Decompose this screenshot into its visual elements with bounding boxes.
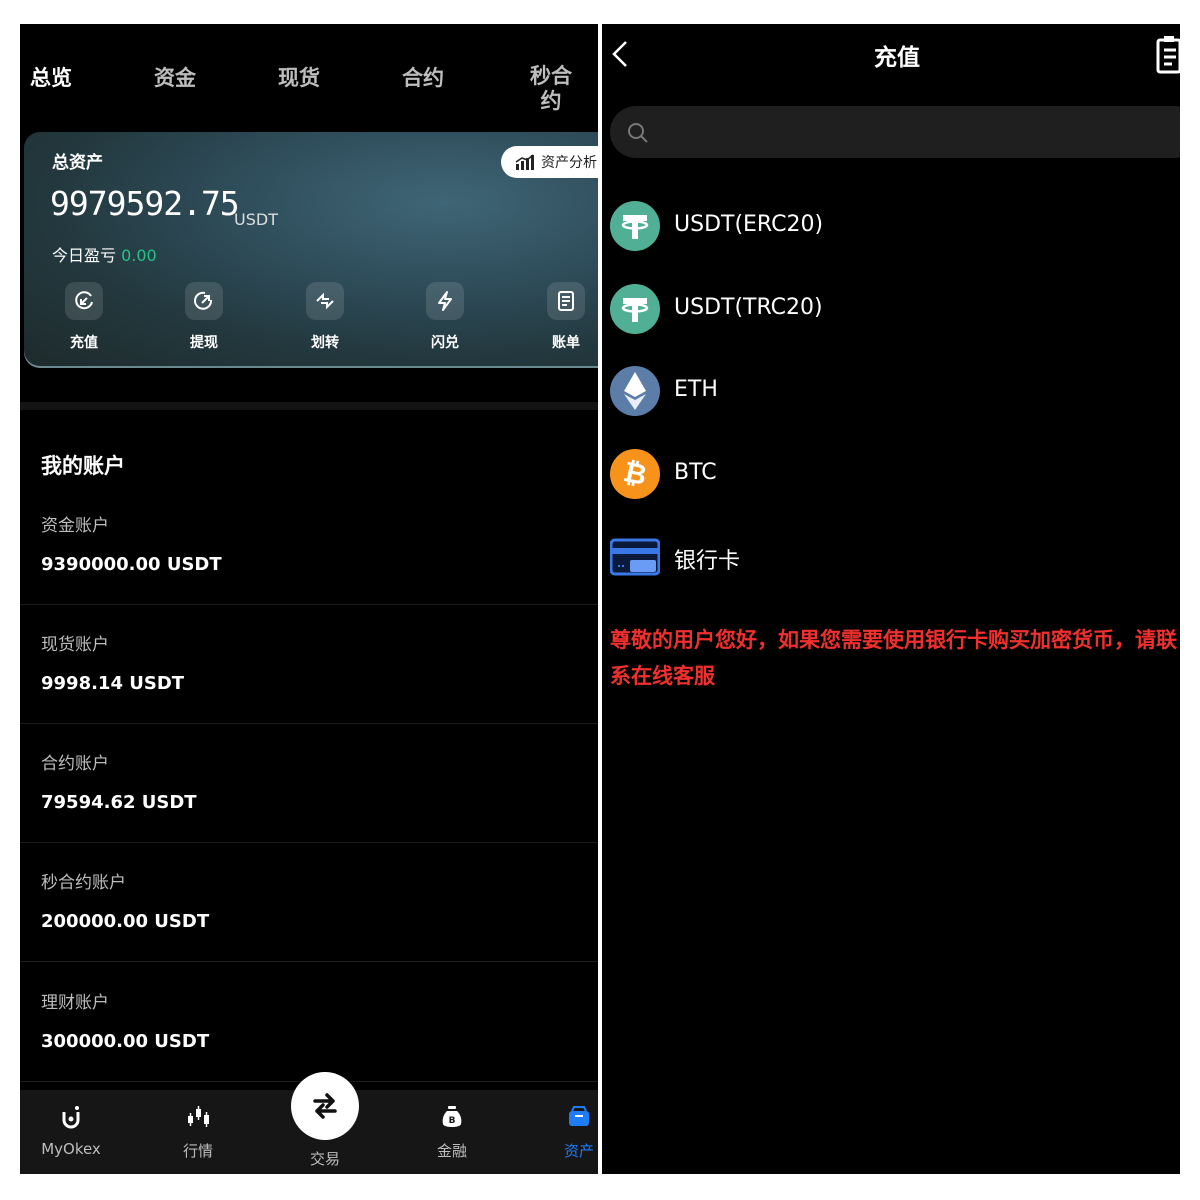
total-assets-title: 总资产 — [52, 153, 103, 173]
coin-name: USDT(TRC20) — [674, 295, 823, 320]
svg-text:B: B — [449, 1116, 456, 1126]
nav-finance[interactable]: B 金融 — [407, 1104, 497, 1161]
assets-screen: 总览 资金 现货 合约 秒合约 总资产 资产分析 9979592.75 USDT… — [20, 24, 598, 1174]
withdraw-icon — [185, 282, 223, 320]
asset-analysis-label: 资产分析 — [541, 155, 597, 171]
flash-swap-label: 闪兑 — [431, 335, 459, 351]
myokex-icon — [62, 1106, 80, 1129]
transfer-button[interactable]: 划转 — [285, 282, 365, 352]
withdraw-button[interactable]: 提现 — [164, 282, 244, 352]
total-assets-value: 9979592.75 — [50, 184, 240, 223]
nav-finance-label: 金融 — [436, 1142, 467, 1160]
deposit-screen: 充值 USDT(ERC20) USDT(TRC20) ETH ₿ BTC 银行卡… — [602, 24, 1180, 1174]
candlestick-icon — [188, 1106, 209, 1127]
account-row-funds[interactable]: 资金账户 9390000.00 USDT — [41, 511, 581, 575]
coin-eth[interactable]: ETH — [610, 366, 1170, 416]
row-divider — [20, 961, 598, 962]
nav-myokex-label: MyOkex — [41, 1140, 101, 1158]
coin-name: ETH — [674, 377, 718, 402]
history-icon — [1156, 36, 1180, 74]
total-assets-card: 总资产 资产分析 9979592.75 USDT 今日盈亏 0.00 充值 提现… — [24, 132, 598, 368]
today-pnl-value: 0.00 — [121, 246, 157, 265]
account-balance: 300000.00 USDT — [41, 1031, 210, 1052]
tab-overview[interactable]: 总览 — [30, 62, 72, 92]
coin-btc[interactable]: ₿ BTC — [610, 449, 1170, 499]
today-pnl-label: 今日盈亏 — [52, 246, 117, 265]
bill-icon — [547, 282, 585, 320]
payment-name: 银行卡 — [674, 549, 741, 574]
tab-funds[interactable]: 资金 — [154, 62, 196, 92]
coin-usdt-trc20[interactable]: USDT(TRC20) — [610, 284, 1170, 334]
coin-usdt-erc20[interactable]: USDT(ERC20) — [610, 201, 1170, 251]
ethereum-icon — [610, 366, 660, 416]
flash-swap-button[interactable]: 闪兑 — [405, 282, 485, 352]
my-accounts-title: 我的账户 — [41, 454, 125, 478]
trade-button[interactable] — [291, 1072, 359, 1140]
account-row-contract[interactable]: 合约账户 79594.62 USDT — [41, 749, 581, 813]
account-name: 秒合约账户 — [41, 873, 126, 893]
bitcoin-icon: ₿ — [610, 449, 660, 499]
deposit-button[interactable]: 充值 — [44, 282, 124, 352]
tether-icon — [610, 284, 660, 334]
nav-market-label: 行情 — [182, 1142, 213, 1160]
page-title: 充值 — [874, 45, 920, 71]
account-name: 现货账户 — [41, 635, 109, 655]
today-pnl: 今日盈亏 0.00 — [52, 242, 157, 266]
section-divider — [20, 402, 598, 410]
withdraw-label: 提现 — [190, 335, 218, 351]
transfer-label: 划转 — [311, 335, 339, 351]
bill-button[interactable]: 账单 — [526, 282, 598, 352]
coin-name: BTC — [674, 460, 717, 485]
account-balance: 79594.62 USDT — [41, 792, 197, 813]
payment-bank-card[interactable]: 银行卡 — [610, 532, 1170, 582]
row-divider — [20, 842, 598, 843]
deposit-icon — [65, 282, 103, 320]
account-row-second-contract[interactable]: 秒合约账户 200000.00 USDT — [41, 868, 581, 932]
account-row-wealth[interactable]: 理财账户 300000.00 USDT — [41, 988, 581, 1052]
bank-card-icon — [610, 538, 660, 576]
total-assets-unit: USDT — [234, 210, 278, 229]
row-divider — [20, 723, 598, 724]
search-icon — [628, 123, 648, 143]
bill-label: 账单 — [552, 335, 580, 351]
row-divider — [20, 604, 598, 605]
transfer-icon — [306, 282, 344, 320]
swap-arrows-icon — [313, 1093, 337, 1119]
assets-tabs: 总览 资金 现货 合约 秒合约 — [20, 24, 598, 124]
deposit-label: 充值 — [70, 335, 98, 351]
account-name: 理财账户 — [41, 993, 109, 1013]
account-balance: 200000.00 USDT — [41, 911, 210, 932]
account-row-spot[interactable]: 现货账户 9998.14 USDT — [41, 630, 581, 694]
asset-analysis-button[interactable]: 资产分析 — [501, 146, 598, 178]
search-input[interactable] — [610, 106, 1180, 158]
nav-assets[interactable]: 资产 — [534, 1104, 598, 1161]
account-name: 资金账户 — [41, 516, 109, 536]
lightning-icon — [426, 282, 464, 320]
bank-card-notice: 尊敬的用户您好，如果您需要使用银行卡购买加密货币，请联系在线客服 — [610, 628, 1177, 688]
coin-name: USDT(ERC20) — [674, 212, 824, 237]
wallet-icon — [569, 1106, 589, 1126]
account-balance: 9998.14 USDT — [41, 673, 185, 694]
tab-spot[interactable]: 现货 — [278, 62, 320, 92]
account-name: 合约账户 — [41, 754, 109, 774]
nav-trade-label: 交易 — [309, 1150, 340, 1168]
deposit-history-button[interactable] — [1156, 34, 1180, 78]
nav-myokex[interactable]: MyOkex — [26, 1104, 116, 1158]
tab-contract[interactable]: 合约 — [402, 62, 444, 92]
account-balance: 9390000.00 USDT — [41, 554, 222, 575]
tab-second-contract[interactable]: 秒合约 — [527, 64, 575, 114]
chart-icon — [515, 154, 534, 170]
nav-market[interactable]: 行情 — [153, 1104, 243, 1161]
nav-assets-label: 资产 — [563, 1142, 594, 1160]
money-bag-icon: B — [442, 1106, 462, 1127]
tether-icon — [610, 201, 660, 251]
